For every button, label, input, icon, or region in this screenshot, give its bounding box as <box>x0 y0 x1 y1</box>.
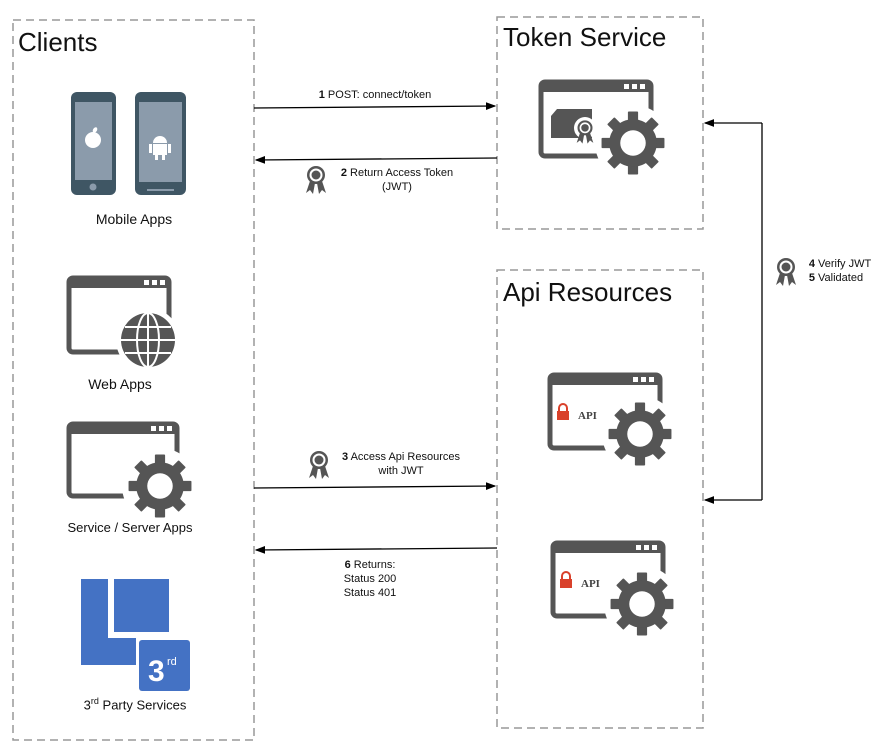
api-resources-box <box>496 269 704 729</box>
certificate-icon <box>776 258 796 286</box>
service-apps-label: Service / Server Apps <box>67 520 193 535</box>
mobile-apps-label: Mobile Apps <box>95 211 173 227</box>
svg-text:API: API <box>581 578 600 590</box>
arrow-step6 <box>254 546 498 554</box>
api-icon: API <box>550 540 680 642</box>
token-service-icon <box>538 79 671 181</box>
step6-label: 6 Returns: Status 200 Status 401 <box>343 559 397 599</box>
api-resources-title: Api Resources <box>503 277 673 307</box>
third-party-label: 3rd Party Services <box>83 696 187 713</box>
step3-label: 3 Access Api Resources with JWT <box>341 451 461 477</box>
arrow-step3 <box>253 482 497 490</box>
gear-icon <box>608 402 672 466</box>
gear-icon <box>128 454 192 518</box>
step1-label: 1 POST: connect/token <box>318 89 432 101</box>
svg-text:API: API <box>578 410 597 422</box>
gear-icon <box>601 111 665 175</box>
service-app-icon <box>66 421 198 524</box>
gear-icon <box>610 572 674 636</box>
arrow-step1 <box>253 102 497 110</box>
globe-icon <box>121 312 175 368</box>
step2-label: 2 Return Access Token (JWT) <box>340 167 454 193</box>
arrow-step2 <box>254 156 498 164</box>
step4-5-label: 4 Verify JWT 5 Validated <box>808 258 872 284</box>
web-apps-label: Web Apps <box>88 376 152 392</box>
certificate-icon <box>306 166 326 194</box>
android-phone-icon <box>135 92 186 195</box>
token-service-title: Token Service <box>503 22 667 52</box>
web-app-icon <box>66 275 180 372</box>
architecture-diagram: API API 3 rd Clients Token Service Api R… <box>0 0 888 754</box>
third-party-icon: 3 rd <box>81 579 190 691</box>
api-icon: API <box>547 372 678 472</box>
iphone-icon <box>71 92 116 195</box>
svg-text:3: 3 <box>148 655 165 688</box>
clients-title: Clients <box>18 27 98 57</box>
svg-text:rd: rd <box>167 656 177 668</box>
certificate-icon <box>309 451 329 479</box>
